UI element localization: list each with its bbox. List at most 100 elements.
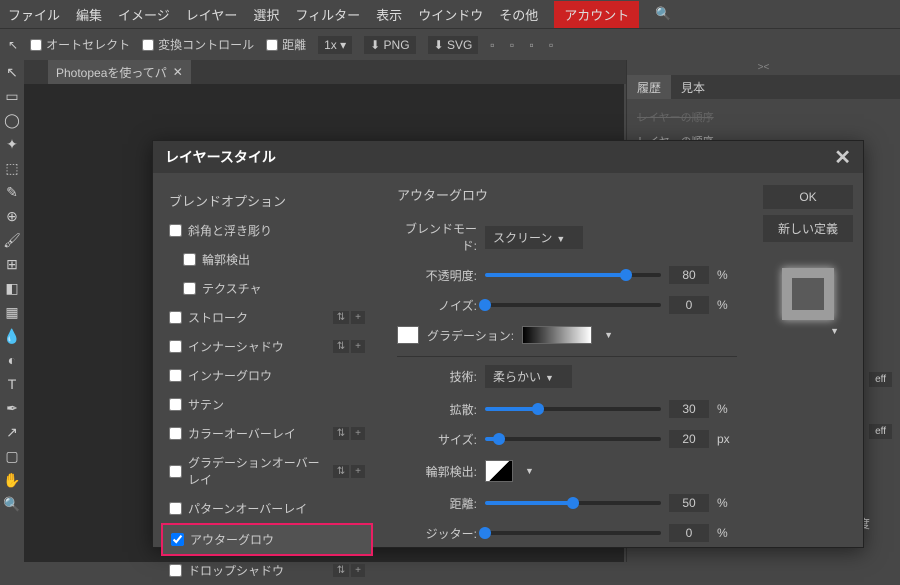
style-item-9[interactable]: パターンオーバーレイ bbox=[161, 494, 373, 523]
menu-window[interactable]: ウインドウ bbox=[418, 5, 483, 24]
arrow-up-down-icon[interactable]: ⇅ bbox=[333, 427, 349, 440]
path-tool-icon[interactable]: ↗ bbox=[0, 420, 24, 444]
menu-edit[interactable]: 編集 bbox=[76, 5, 102, 24]
close-icon[interactable]: ✕ bbox=[173, 65, 183, 79]
style-checkbox[interactable] bbox=[169, 427, 182, 440]
tab-swatches[interactable]: 見本 bbox=[671, 75, 715, 99]
new-style-button[interactable]: 新しい定義 bbox=[763, 215, 853, 242]
arrow-up-down-icon[interactable]: ⇅ bbox=[333, 465, 349, 478]
pen-tool-icon[interactable]: ✒ bbox=[0, 396, 24, 420]
blur-tool-icon[interactable]: 💧 bbox=[0, 324, 24, 348]
arrow-up-down-icon[interactable]: ⇅ bbox=[333, 564, 349, 577]
menu-filter[interactable]: フィルター bbox=[295, 5, 360, 24]
plus-icon[interactable]: + bbox=[351, 311, 365, 324]
export-svg-button[interactable]: ⬇ SVG bbox=[428, 36, 479, 54]
menu-file[interactable]: ファイル bbox=[8, 5, 60, 24]
tab-history[interactable]: 履歴 bbox=[627, 75, 671, 99]
style-checkbox[interactable] bbox=[169, 398, 182, 411]
jitter-slider[interactable] bbox=[485, 531, 661, 535]
type-tool-icon[interactable]: T bbox=[0, 372, 24, 396]
style-checkbox[interactable] bbox=[169, 465, 182, 478]
noise-slider[interactable] bbox=[485, 303, 661, 307]
style-item-11[interactable]: ドロップシャドウ⇅+ bbox=[161, 556, 373, 585]
menu-view[interactable]: 表示 bbox=[376, 5, 402, 24]
wand-tool-icon[interactable]: ✦ bbox=[0, 132, 24, 156]
style-item-2[interactable]: テクスチャ bbox=[161, 274, 373, 303]
shape-tool-icon[interactable]: ▢ bbox=[0, 444, 24, 468]
hand-tool-icon[interactable]: ✋ bbox=[0, 468, 24, 492]
stamp-tool-icon[interactable]: ⊞ bbox=[0, 252, 24, 276]
jitter-value[interactable]: 0 bbox=[669, 524, 709, 542]
history-item[interactable]: レイヤーの順序 bbox=[637, 105, 890, 129]
range-value[interactable]: 50 bbox=[669, 494, 709, 512]
auto-select-checkbox[interactable]: オートセレクト bbox=[30, 36, 130, 53]
blend-mode-select[interactable]: スクリーン▼ bbox=[485, 226, 583, 249]
style-checkbox[interactable] bbox=[183, 253, 196, 266]
document-tab[interactable]: Photopeaを使ってパ ✕ bbox=[48, 60, 191, 85]
style-checkbox[interactable] bbox=[169, 564, 182, 577]
plus-icon[interactable]: + bbox=[351, 465, 365, 478]
color-swatch[interactable] bbox=[397, 326, 419, 344]
effects-badge[interactable]: eff bbox=[869, 424, 892, 439]
size-slider[interactable] bbox=[485, 437, 661, 441]
style-item-8[interactable]: グラデーションオーバーレイ⇅+ bbox=[161, 448, 373, 494]
spread-slider[interactable] bbox=[485, 407, 661, 411]
plus-icon[interactable]: + bbox=[351, 427, 365, 440]
range-slider[interactable] bbox=[485, 501, 661, 505]
eyedropper-tool-icon[interactable]: ✎ bbox=[0, 180, 24, 204]
gradient-tool-icon[interactable]: ▦ bbox=[0, 300, 24, 324]
dodge-tool-icon[interactable]: ◐ bbox=[0, 348, 24, 372]
noise-value[interactable]: 0 bbox=[669, 296, 709, 314]
contour-swatch[interactable] bbox=[485, 460, 513, 482]
arrow-up-down-icon[interactable]: ⇅ bbox=[333, 311, 349, 324]
move-tool-icon[interactable]: ↖ bbox=[0, 60, 24, 84]
style-item-10[interactable]: アウターグロウ bbox=[161, 523, 373, 556]
style-checkbox[interactable] bbox=[169, 340, 182, 353]
style-item-4[interactable]: インナーシャドウ⇅+ bbox=[161, 332, 373, 361]
style-item-7[interactable]: カラーオーバーレイ⇅+ bbox=[161, 419, 373, 448]
style-item-0[interactable]: 斜角と浮き彫り bbox=[161, 216, 373, 245]
style-item-1[interactable]: 輪郭検出 bbox=[161, 245, 373, 274]
zoom-tool-icon[interactable]: 🔍 bbox=[0, 492, 24, 516]
effects-badge[interactable]: eff bbox=[869, 372, 892, 387]
plus-icon[interactable]: + bbox=[351, 564, 365, 577]
ok-button[interactable]: OK bbox=[763, 185, 853, 209]
blend-options-heading[interactable]: ブレンドオプション bbox=[161, 185, 373, 216]
chevron-down-icon[interactable]: ▼ bbox=[604, 330, 613, 340]
account-button[interactable]: アカウント bbox=[554, 1, 639, 28]
export-png-button[interactable]: ⬇ PNG bbox=[364, 36, 415, 54]
scale-select[interactable]: 1x ▾ bbox=[318, 36, 352, 54]
eraser-tool-icon[interactable]: ◧ bbox=[0, 276, 24, 300]
style-checkbox[interactable] bbox=[183, 282, 196, 295]
opacity-slider[interactable] bbox=[485, 273, 661, 277]
chevron-down-icon[interactable]: ▼ bbox=[830, 326, 839, 336]
style-checkbox[interactable] bbox=[169, 369, 182, 382]
style-checkbox[interactable] bbox=[169, 224, 182, 237]
menu-layer[interactable]: レイヤー bbox=[186, 5, 238, 24]
dialog-header[interactable]: レイヤースタイル ✕ bbox=[153, 141, 863, 173]
heal-tool-icon[interactable]: ⊕ bbox=[0, 204, 24, 228]
arrow-up-down-icon[interactable]: ⇅ bbox=[333, 340, 349, 353]
style-checkbox[interactable] bbox=[171, 533, 184, 546]
style-checkbox[interactable] bbox=[169, 502, 182, 515]
opacity-value[interactable]: 80 bbox=[669, 266, 709, 284]
panel-handle[interactable]: >< bbox=[627, 60, 900, 75]
align-icons[interactable]: ▫ ▫ ▫ ▫ bbox=[490, 38, 559, 52]
close-icon[interactable]: ✕ bbox=[834, 145, 851, 170]
distance-checkbox[interactable]: 距離 bbox=[266, 36, 306, 53]
brush-tool-icon[interactable]: 🖌 bbox=[0, 228, 24, 252]
crop-tool-icon[interactable]: ⬚ bbox=[0, 156, 24, 180]
style-item-3[interactable]: ストローク⇅+ bbox=[161, 303, 373, 332]
style-checkbox[interactable] bbox=[169, 311, 182, 324]
style-item-6[interactable]: サテン bbox=[161, 390, 373, 419]
chevron-down-icon[interactable]: ▼ bbox=[525, 466, 534, 476]
menu-select[interactable]: 選択 bbox=[253, 5, 279, 24]
search-icon[interactable]: 🔍 bbox=[655, 6, 671, 22]
menu-other[interactable]: その他 bbox=[499, 5, 538, 24]
plus-icon[interactable]: + bbox=[351, 340, 365, 353]
gradient-swatch[interactable] bbox=[522, 326, 592, 344]
lasso-tool-icon[interactable]: ◯ bbox=[0, 108, 24, 132]
marquee-tool-icon[interactable]: ▭ bbox=[0, 84, 24, 108]
transform-controls-checkbox[interactable]: 変換コントロール bbox=[142, 36, 254, 53]
spread-value[interactable]: 30 bbox=[669, 400, 709, 418]
